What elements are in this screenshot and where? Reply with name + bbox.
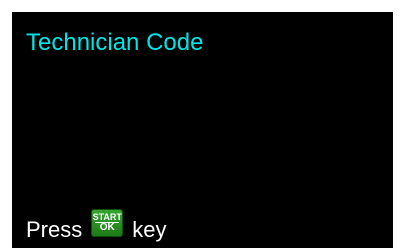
start-ok-key-icon: START OK <box>91 209 124 237</box>
prompt-key-text: key <box>132 217 167 242</box>
screen-title: Technician Code <box>26 29 204 56</box>
key-prompt: Press START OK key <box>26 209 167 244</box>
prompt-press-text: Press <box>26 217 83 242</box>
display-screen: Technician Code Press START OK key <box>12 12 393 248</box>
key-label-ok: OK <box>99 222 115 233</box>
key-label-start: START <box>92 212 122 222</box>
